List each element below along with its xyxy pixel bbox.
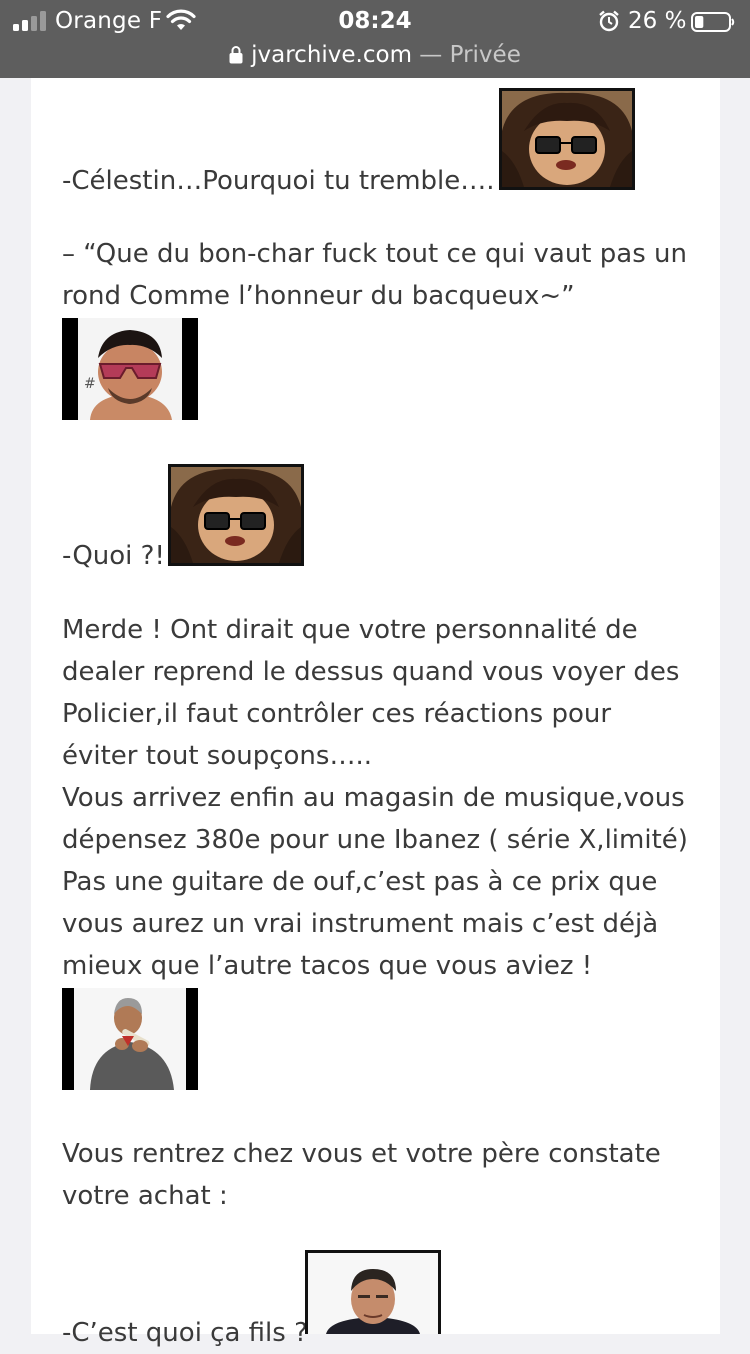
article-line: -Quoi ?! [62,541,165,571]
article-line: vous aurez un vrai instrument mais c’est… [62,909,659,939]
article-line: -C’est quoi ça fils ? [62,1318,308,1348]
article-line: Policier,il faut contrôler ces réactions… [62,699,612,729]
lock-icon [229,46,243,64]
article-line: – “Que du bon-char fuck tout ce qui vaut… [62,239,687,269]
long-hair-glasses-sticker[interactable] [499,88,635,190]
status-bar: Orange F 08:24 26 % jvarchive.com — Priv… [0,0,750,78]
article-line: Vous rentrez chez vous et votre père con… [62,1139,661,1169]
status-row: Orange F 08:24 26 % [0,4,750,38]
article-line: éviter tout soupçons….. [62,741,372,771]
private-mode-label: Privée [449,42,521,68]
svg-text:#: # [84,376,96,392]
article-line: rond Comme l’honneur du bacqueux~” [62,281,575,311]
alarm-icon [599,10,619,32]
article-line: mieux que l’autre tacos que vous aviez ! [62,951,593,981]
battery-percent: 26 % [628,8,687,34]
url-bar[interactable]: jvarchive.com — Privée [0,40,750,70]
flute-player-sticker[interactable] [62,988,198,1090]
url-separator: — [412,42,450,68]
article-line: dépensez 380e pour une Ibanez ( série X,… [62,825,688,855]
article-line: votre achat : [62,1181,228,1211]
url-domain: jvarchive.com [251,42,412,68]
politician-sticker[interactable] [305,1250,441,1334]
sunglasses-man-sticker[interactable]: # [62,318,198,420]
article-line: Merde ! Ont dirait que votre personnalit… [62,615,638,645]
article-line: Pas une guitare de ouf,c’est pas à ce pr… [62,867,658,897]
battery-icon [691,12,735,32]
article-line: Vous arrivez enfin au magasin de musique… [62,783,685,813]
long-hair-glasses-sticker[interactable] [168,464,304,566]
article-line: -Célestin…Pourquoi tu tremble…. [62,166,495,196]
article-line: dealer reprend le dessus quand vous voye… [62,657,680,687]
